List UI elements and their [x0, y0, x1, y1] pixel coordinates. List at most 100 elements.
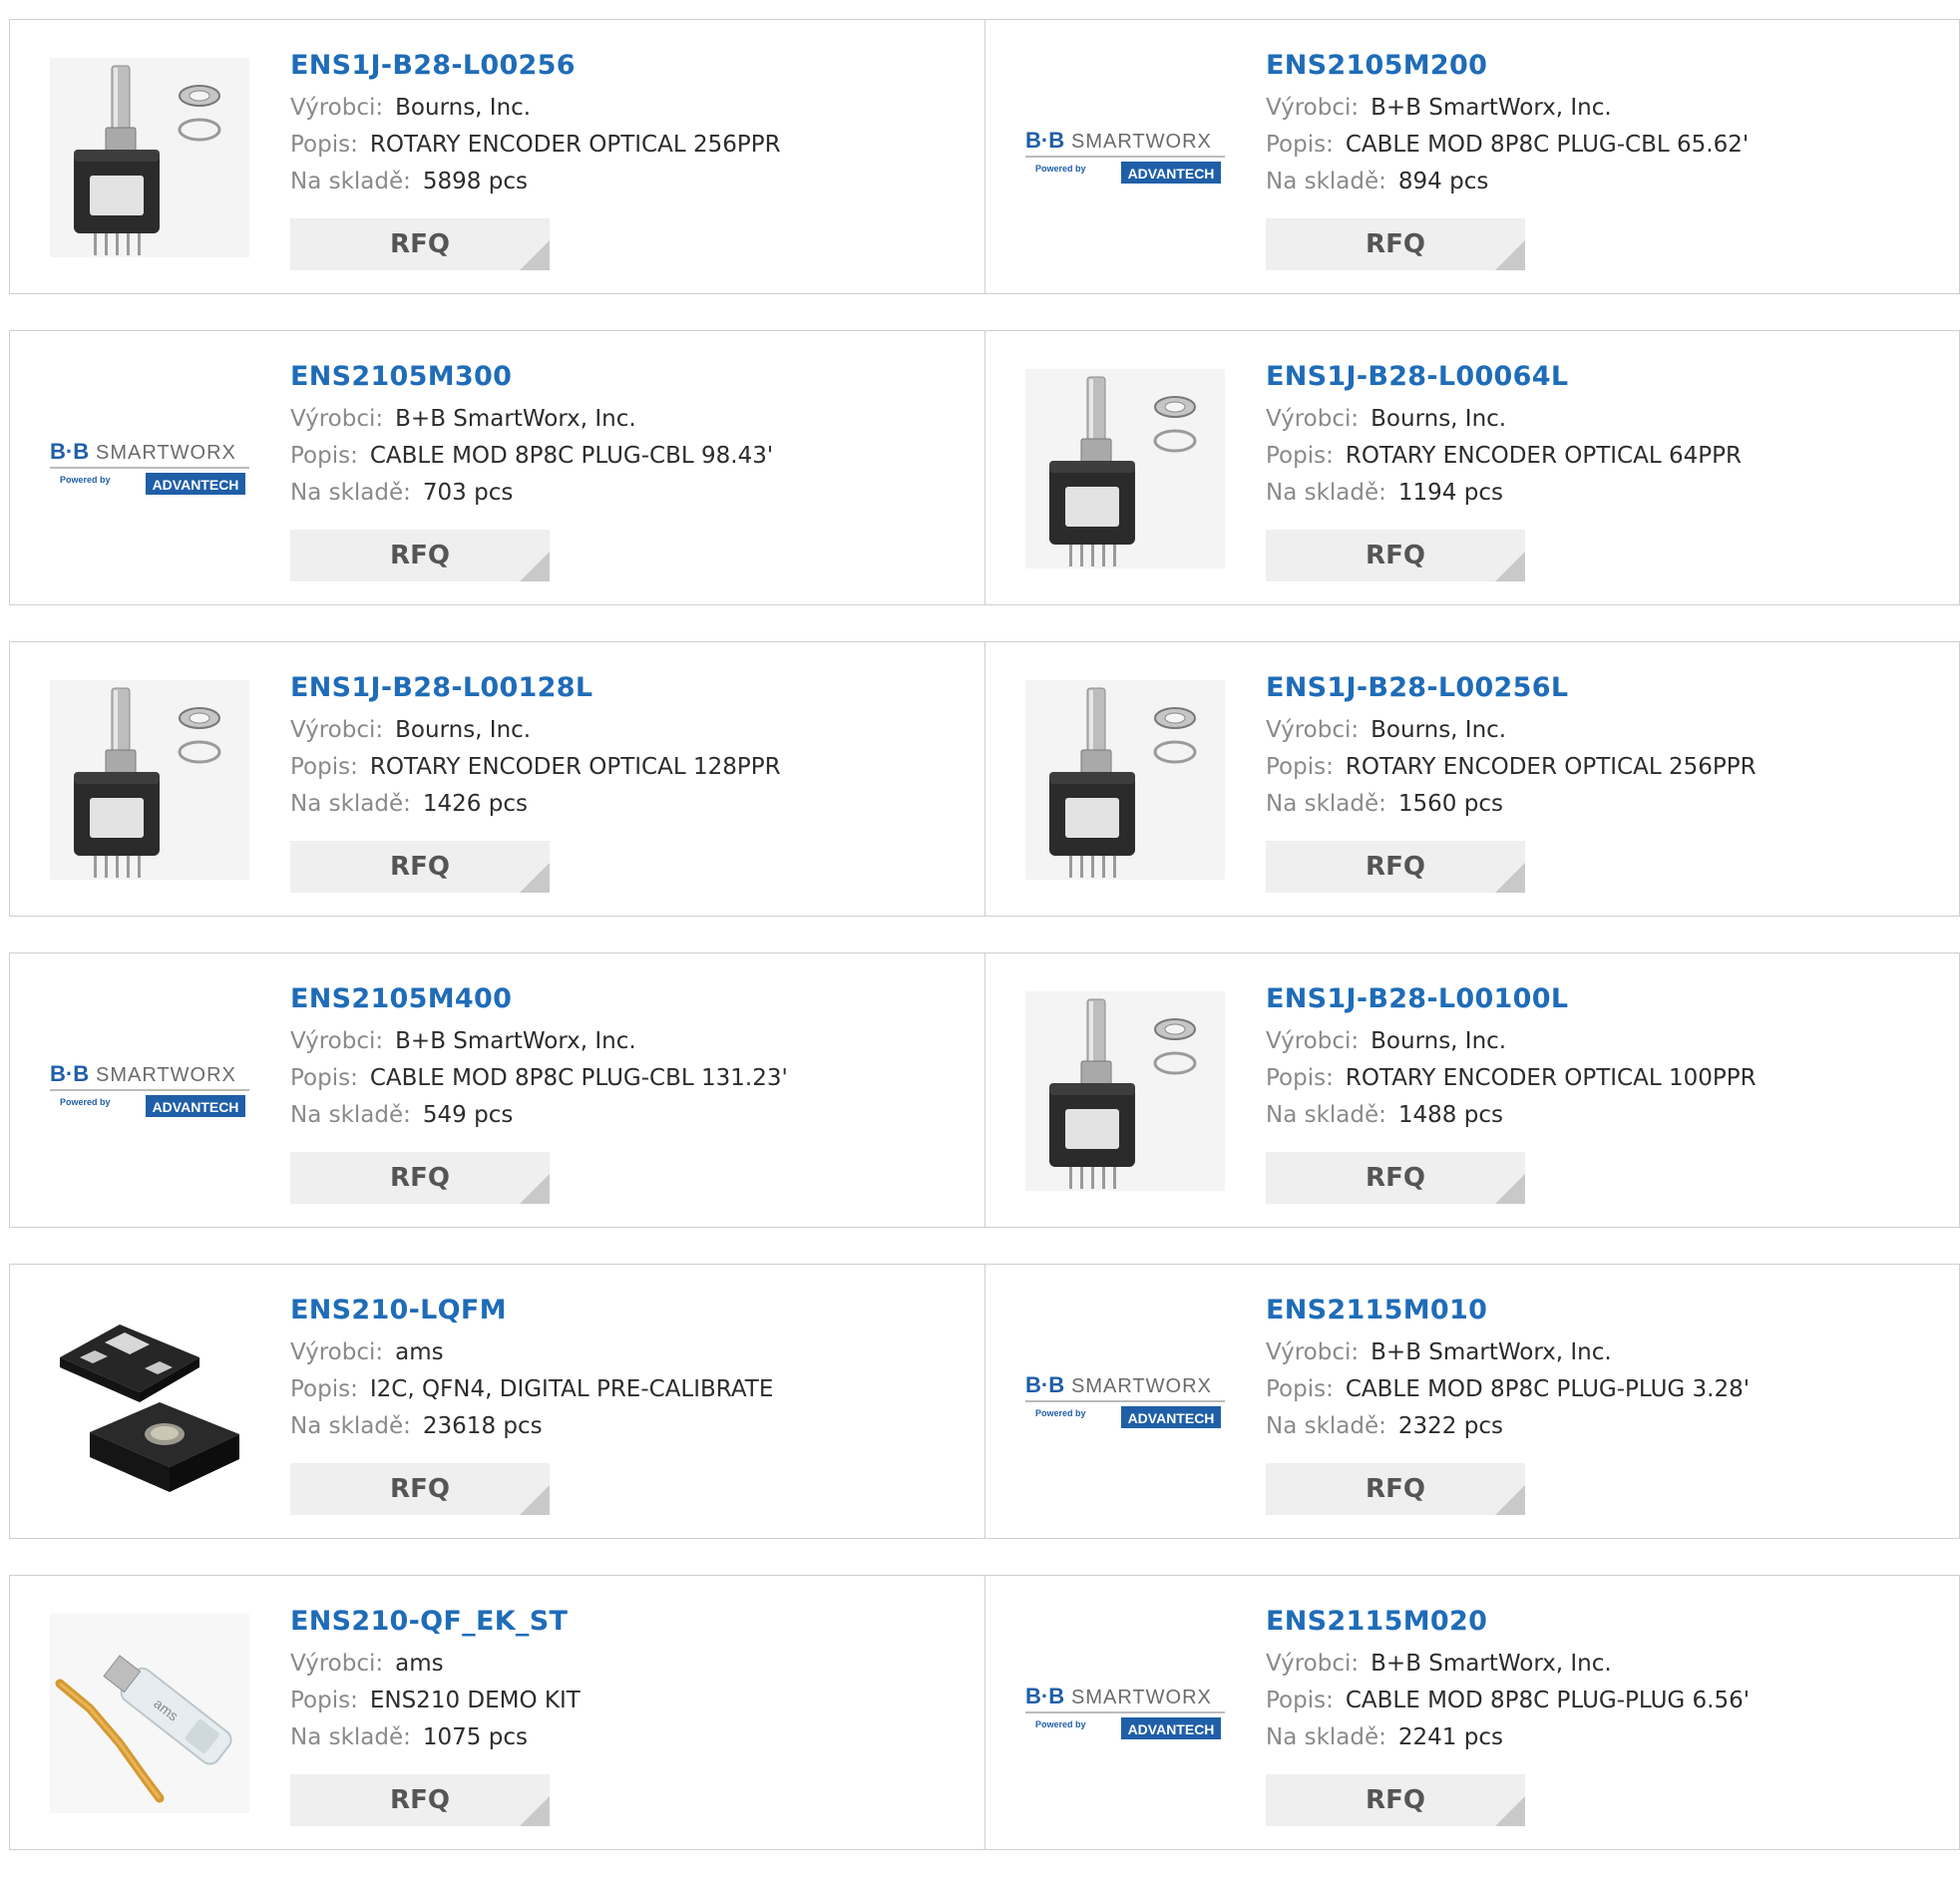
product-image-bb-smartworx-logo[interactable]: B·B SMARTWORX Powered by ADVANTECH — [1025, 58, 1225, 257]
description-value: ENS210 DEMO KIT — [369, 1688, 581, 1713]
stock-line: Na skladě: 1075 pcs — [290, 1719, 581, 1756]
product-image-rotary-encoder[interactable] — [1025, 991, 1225, 1191]
product-info: ENS210-LQFM Výrobci: ams Popis: I2C, QFN4,… — [290, 1293, 773, 1445]
stock-line: Na skladě: 1426 pcs — [290, 786, 781, 823]
stock-line: Na skladě: 5898 pcs — [290, 164, 781, 200]
svg-text:SMARTWORX: SMARTWORX — [96, 442, 236, 464]
svg-text:SMARTWORX: SMARTWORX — [1071, 131, 1212, 153]
manufacturer-line: Výrobci: ams — [290, 1646, 581, 1683]
description-value: ROTARY ENCODER OPTICAL 64PPR — [1345, 443, 1742, 469]
rfq-button[interactable]: RFQ — [290, 1152, 550, 1204]
part-number-link[interactable]: ENS210-QF_EK_ST — [290, 1604, 581, 1640]
rfq-button[interactable]: RFQ — [290, 1774, 550, 1826]
manufacturer-value: Bourns, Inc. — [1371, 1028, 1507, 1054]
product-card: ENS210-LQFM Výrobci: ams Popis: I2C, QFN4,… — [9, 1264, 985, 1539]
part-number-link[interactable]: ENS210-LQFM — [290, 1293, 773, 1328]
part-number-link[interactable]: ENS2105M400 — [290, 981, 788, 1017]
product-row: ENS1J-B28-L00128L Výrobci: Bourns, Inc. P… — [9, 641, 1960, 917]
stock-line: Na skladě: 2322 pcs — [1266, 1408, 1750, 1445]
manufacturer-label: Výrobci: — [1266, 1651, 1360, 1677]
manufacturer-label: Výrobci: — [1266, 717, 1360, 743]
product-card: B·B SMARTWORX Powered by ADVANTECH ENS21… — [984, 19, 1960, 294]
description-value: ROTARY ENCODER OPTICAL 256PPR — [369, 132, 781, 158]
stock-value: 549 pcs — [422, 1102, 514, 1128]
svg-text:ADVANTECH: ADVANTECH — [153, 477, 239, 493]
rfq-button[interactable]: RFQ — [1266, 1152, 1525, 1204]
product-image-usb-demo-kit[interactable]: ams — [50, 1614, 249, 1813]
rfq-button[interactable]: RFQ — [1266, 1463, 1525, 1515]
product-image-rotary-encoder[interactable] — [50, 58, 249, 257]
stock-label: Na skladě: — [290, 1724, 411, 1750]
manufacturer-label: Výrobci: — [1266, 406, 1360, 432]
product-image-rotary-encoder[interactable] — [50, 680, 249, 880]
product-image-rotary-encoder[interactable] — [1025, 680, 1225, 880]
corner-triangle-icon — [520, 240, 550, 270]
product-image-sensor-chip[interactable] — [50, 1303, 249, 1502]
description-line: Popis: CABLE MOD 8P8C PLUG-CBL 131.23' — [290, 1060, 788, 1097]
description-value: CABLE MOD 8P8C PLUG-CBL 98.43' — [369, 443, 774, 469]
svg-text:B·B: B·B — [1025, 1684, 1064, 1708]
svg-text:Powered by: Powered by — [1035, 1719, 1086, 1729]
manufacturer-label: Výrobci: — [290, 95, 384, 121]
product-info: ENS2105M200 Výrobci: B+B SmartWorx, Inc. … — [1266, 48, 1749, 200]
description-line: Popis: CABLE MOD 8P8C PLUG-PLUG 6.56' — [1266, 1683, 1750, 1719]
rfq-label: RFQ — [1366, 541, 1425, 570]
stock-value: 1426 pcs — [422, 791, 528, 817]
manufacturer-label: Výrobci: — [290, 406, 384, 432]
corner-triangle-icon — [1495, 1796, 1525, 1826]
product-card: B·B SMARTWORX Powered by ADVANTECH ENS21… — [984, 1575, 1960, 1850]
product-image-bb-smartworx-logo[interactable]: B·B SMARTWORX Powered by ADVANTECH — [50, 369, 249, 568]
rfq-button[interactable]: RFQ — [1266, 530, 1525, 581]
manufacturer-label: Výrobci: — [1266, 1028, 1360, 1054]
description-label: Popis: — [1266, 754, 1334, 780]
svg-text:B·B: B·B — [50, 439, 89, 464]
rfq-button[interactable]: RFQ — [1266, 1774, 1525, 1826]
manufacturer-value: ams — [395, 1651, 444, 1677]
rfq-button[interactable]: RFQ — [290, 218, 550, 270]
part-number-link[interactable]: ENS1J-B28-L00256 — [290, 48, 781, 84]
part-number-link[interactable]: ENS1J-B28-L00100L — [1266, 981, 1757, 1017]
product-card: ENS1J-B28-L00256 Výrobci: Bourns, Inc. Po… — [9, 19, 985, 294]
stock-value: 1560 pcs — [1397, 791, 1503, 817]
stock-value: 1488 pcs — [1397, 1102, 1503, 1128]
manufacturer-line: Výrobci: B+B SmartWorx, Inc. — [1266, 90, 1749, 127]
stock-label: Na skladě: — [290, 791, 411, 817]
rfq-button[interactable]: RFQ — [1266, 841, 1525, 893]
stock-label: Na skladě: — [290, 480, 411, 506]
rfq-button[interactable]: RFQ — [290, 841, 550, 893]
part-number-link[interactable]: ENS2115M010 — [1266, 1293, 1750, 1328]
product-row: ENS1J-B28-L00256 Výrobci: Bourns, Inc. Po… — [9, 19, 1960, 294]
part-number-link[interactable]: ENS1J-B28-L00128L — [290, 670, 781, 706]
part-number-link[interactable]: ENS2115M020 — [1266, 1604, 1750, 1640]
rfq-button[interactable]: RFQ — [290, 1463, 550, 1515]
manufacturer-line: Výrobci: Bourns, Inc. — [290, 90, 781, 127]
manufacturer-value: Bourns, Inc. — [1371, 406, 1507, 432]
stock-value: 5898 pcs — [422, 169, 528, 194]
product-image-bb-smartworx-logo[interactable]: B·B SMARTWORX Powered by ADVANTECH — [50, 991, 249, 1191]
part-number-link[interactable]: ENS1J-B28-L00256L — [1266, 670, 1757, 706]
product-image-bb-smartworx-logo[interactable]: B·B SMARTWORX Powered by ADVANTECH — [1025, 1614, 1225, 1813]
svg-text:Powered by: Powered by — [60, 475, 111, 485]
part-number-link[interactable]: ENS2105M300 — [290, 359, 773, 395]
manufacturer-line: Výrobci: ams — [290, 1334, 773, 1371]
rfq-label: RFQ — [1366, 1163, 1425, 1193]
product-image-rotary-encoder[interactable] — [1025, 369, 1225, 568]
part-number-link[interactable]: ENS1J-B28-L00064L — [1266, 359, 1742, 395]
description-line: Popis: ROTARY ENCODER OPTICAL 256PPR — [290, 127, 781, 164]
product-row: ams ENS210-QF_EK_ST Výrobci: ams Popis: EN… — [9, 1575, 1960, 1850]
stock-value: 894 pcs — [1397, 169, 1489, 194]
manufacturer-line: Výrobci: B+B SmartWorx, Inc. — [290, 401, 773, 438]
description-value: CABLE MOD 8P8C PLUG-PLUG 6.56' — [1345, 1688, 1751, 1713]
part-number-link[interactable]: ENS2105M200 — [1266, 48, 1749, 84]
product-card: ENS1J-B28-L00100L Výrobci: Bourns, Inc. P… — [984, 952, 1960, 1228]
corner-triangle-icon — [520, 552, 550, 581]
rfq-label: RFQ — [390, 229, 450, 259]
stock-line: Na skladě: 1194 pcs — [1266, 475, 1742, 512]
product-image-bb-smartworx-logo[interactable]: B·B SMARTWORX Powered by ADVANTECH — [1025, 1303, 1225, 1502]
manufacturer-label: Výrobci: — [1266, 1339, 1360, 1365]
description-line: Popis: ROTARY ENCODER OPTICAL 100PPR — [1266, 1060, 1757, 1097]
rfq-button[interactable]: RFQ — [1266, 218, 1525, 270]
product-info: ENS2105M400 Výrobci: B+B SmartWorx, Inc. … — [290, 981, 788, 1134]
rfq-button[interactable]: RFQ — [290, 530, 550, 581]
svg-text:B·B: B·B — [50, 1061, 89, 1086]
